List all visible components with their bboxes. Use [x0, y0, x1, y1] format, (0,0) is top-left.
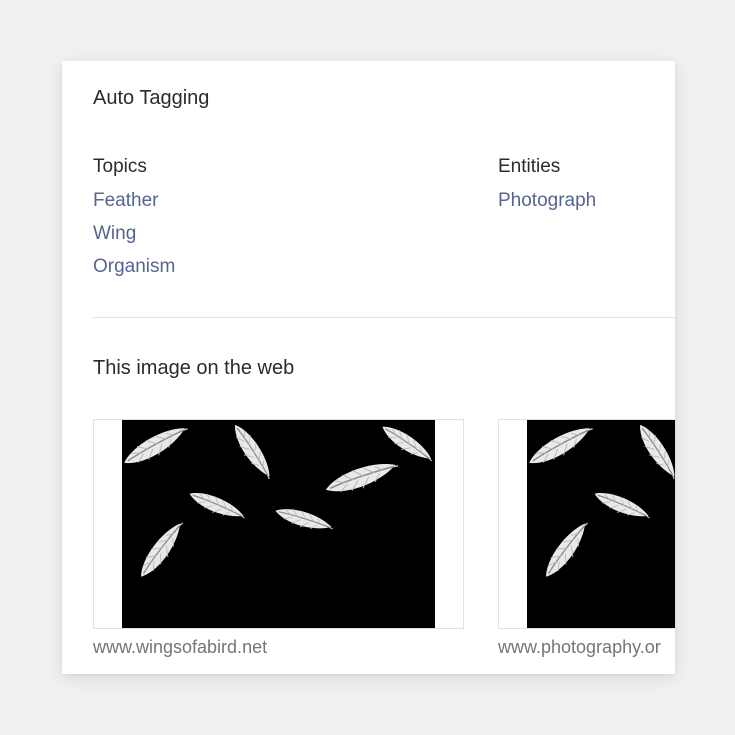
list-item: Wing [93, 223, 175, 256]
web-result-thumbnail[interactable] [93, 419, 464, 629]
web-result-source-link[interactable]: www.wingsofabird.net [93, 637, 464, 658]
web-section-title: This image on the web [93, 357, 295, 379]
topic-link-feather[interactable]: Feather [93, 190, 158, 211]
feathers-photo-icon [527, 420, 675, 628]
section-divider [93, 317, 675, 318]
auto-tagging-title: Auto Tagging [93, 87, 210, 109]
list-item: Feather [93, 190, 175, 223]
entity-link-photograph[interactable]: Photograph [498, 190, 596, 211]
topics-title: Topics [93, 156, 147, 177]
web-result-card: www.photography.or [498, 419, 675, 658]
auto-tagging-card: Auto Tagging Topics Feather Wing Organis… [62, 61, 675, 674]
web-result-card: www.wingsofabird.net [93, 419, 464, 658]
list-item: Organism [93, 256, 175, 289]
list-item: Photograph [498, 190, 596, 223]
topics-list: Feather Wing Organism [93, 190, 175, 289]
entities-list: Photograph [498, 190, 596, 223]
feathers-photo-icon [122, 420, 435, 628]
topic-link-organism[interactable]: Organism [93, 256, 175, 277]
entities-title: Entities [498, 156, 561, 177]
web-result-source-link[interactable]: www.photography.or [498, 637, 675, 658]
web-result-thumbnail[interactable] [498, 419, 675, 629]
topic-link-wing[interactable]: Wing [93, 223, 136, 244]
